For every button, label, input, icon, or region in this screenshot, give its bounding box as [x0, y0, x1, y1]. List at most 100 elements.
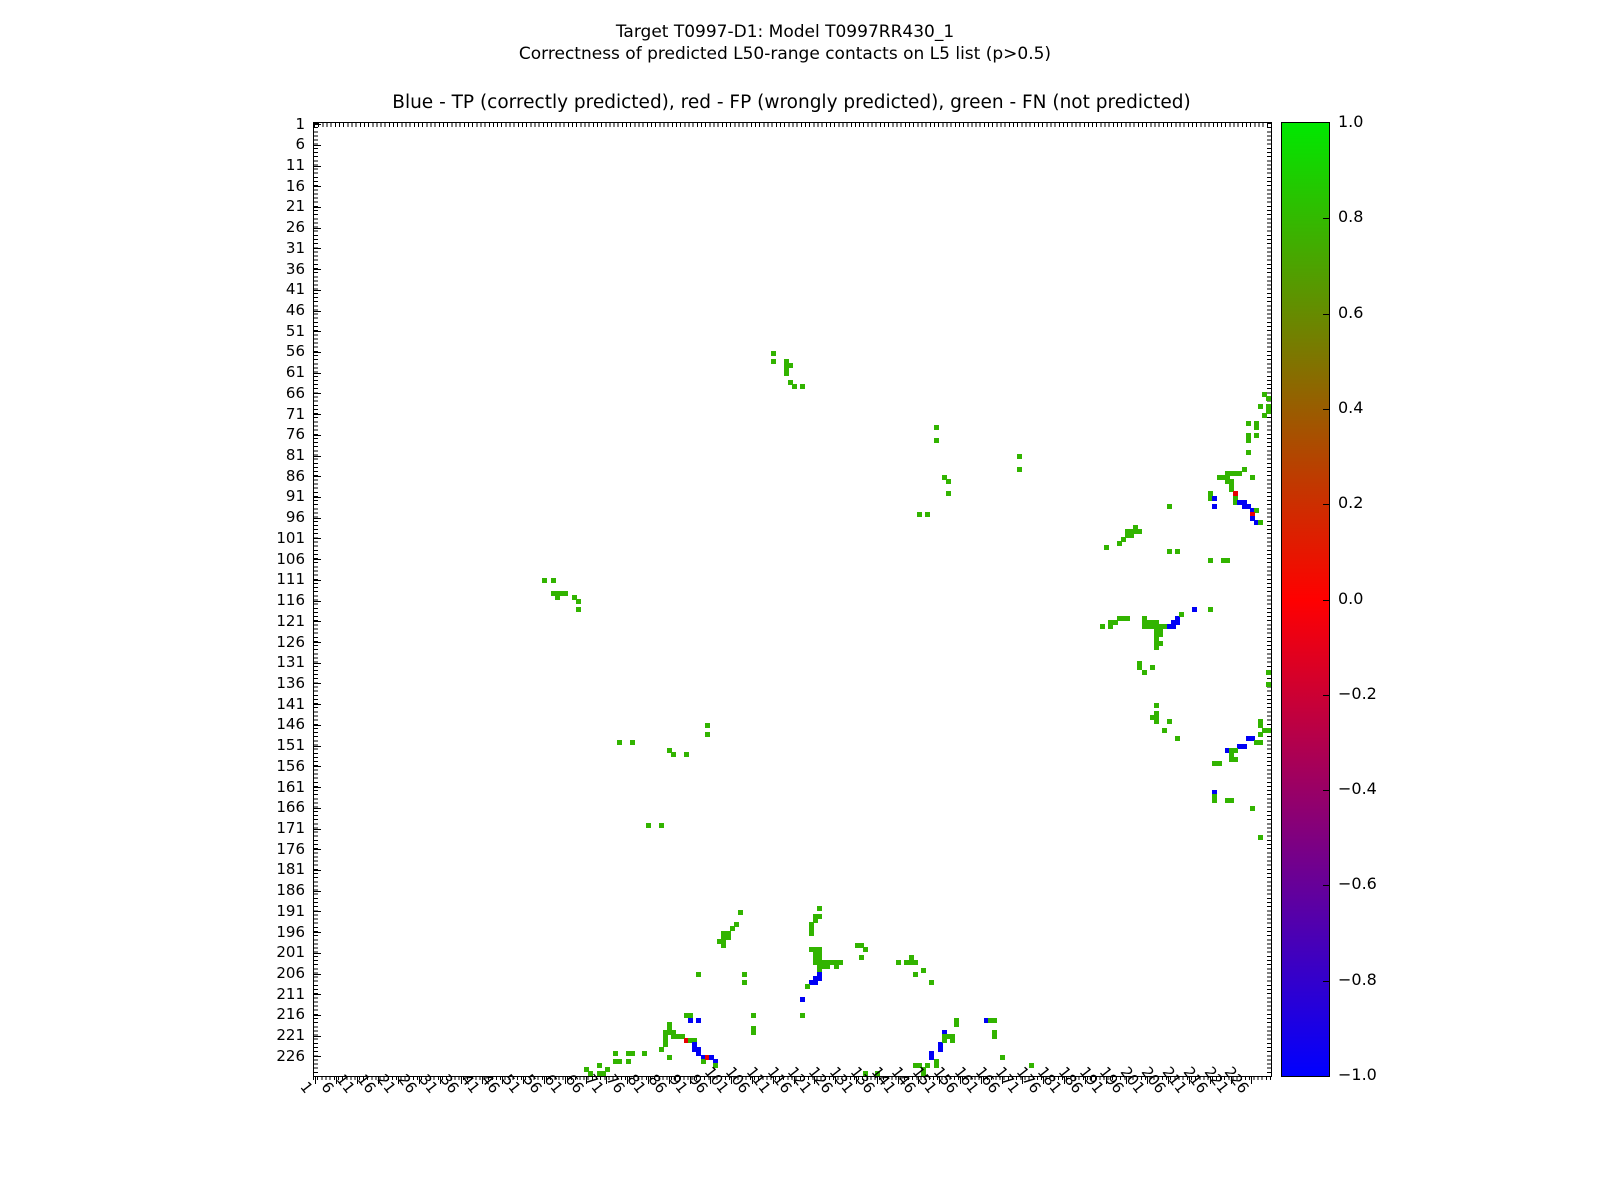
y-tick-label: 201: [265, 945, 305, 960]
contact-cell-fn: [630, 1051, 635, 1056]
contact-cell-fn: [1233, 757, 1238, 762]
y-tick-label: 191: [265, 904, 305, 919]
colorbar-tick: [1323, 695, 1329, 696]
contact-cell-fn: [859, 955, 864, 960]
contact-cell-fn: [1254, 433, 1259, 438]
y-major-tick: [314, 311, 321, 312]
y-major-tick: [314, 393, 321, 394]
y-major-tick: [314, 435, 321, 436]
y-major-tick: [314, 497, 321, 498]
colorbar: [1281, 122, 1330, 1077]
contact-cell-tp: [688, 1018, 693, 1023]
y-tick-label: 116: [265, 593, 305, 608]
axes-title: Blue - TP (correctly predicted), red - F…: [313, 92, 1270, 113]
y-major-tick: [314, 269, 321, 270]
y-axis-minor-ticks-right: [1267, 123, 1271, 1076]
contact-cell-fn: [1137, 529, 1142, 534]
contact-cell-fn: [1266, 396, 1271, 401]
contact-cell-fn: [992, 1034, 997, 1039]
contact-cell-fn: [563, 591, 568, 596]
y-tick-label: 41: [265, 282, 305, 297]
contact-cell-fn: [626, 1059, 631, 1064]
x-major-tick: [315, 1077, 316, 1084]
y-major-tick: [314, 704, 321, 705]
contact-cell-fn: [721, 943, 726, 948]
y-tick-label: 86: [265, 469, 305, 484]
y-major-tick: [314, 1056, 321, 1057]
y-major-tick: [314, 580, 321, 581]
y-major-tick: [314, 746, 321, 747]
y-major-tick: [314, 974, 321, 975]
contact-cell-fn: [925, 512, 930, 517]
contact-cell-fn: [946, 491, 951, 496]
contact-cell-fn: [659, 823, 664, 828]
y-tick-label: 106: [265, 552, 305, 567]
contact-cell-fn: [1175, 736, 1180, 741]
y-tick-label: 126: [265, 635, 305, 650]
figure-title: Target T0997-D1: Model T0997RR430_1: [0, 22, 1570, 42]
colorbar-tick: [1323, 218, 1329, 219]
contact-cell-tp: [1212, 496, 1217, 501]
contact-cell-fn: [542, 578, 547, 583]
y-major-tick: [314, 559, 321, 560]
contact-cell-fn: [809, 931, 814, 936]
contact-cell-fn: [929, 980, 934, 985]
contact-cell-fn: [617, 740, 622, 745]
contact-cell-fn: [696, 972, 701, 977]
y-tick-label: 206: [265, 966, 305, 981]
y-tick-label: 111: [265, 572, 305, 587]
contact-cell-fn: [705, 723, 710, 728]
y-tick-label: 151: [265, 738, 305, 753]
contact-cell-tp: [1242, 744, 1247, 749]
contact-cell-fn: [1150, 665, 1155, 670]
contact-cell-fn: [800, 384, 805, 389]
y-major-tick: [314, 207, 321, 208]
y-major-tick: [314, 518, 321, 519]
colorbar-tick-label: 0.4: [1338, 399, 1363, 417]
y-major-tick: [314, 870, 321, 871]
contact-cell-fn: [1167, 719, 1172, 724]
colorbar-tick: [1323, 981, 1329, 982]
contact-cell-fn: [913, 960, 918, 965]
y-major-tick: [314, 456, 321, 457]
contact-cell-fn: [1250, 806, 1255, 811]
contact-cell-tp: [813, 980, 818, 985]
y-major-tick: [314, 663, 321, 664]
contact-cell-fn: [734, 922, 739, 927]
contact-cell-fn: [771, 359, 776, 364]
contact-cell-fn: [838, 960, 843, 965]
y-tick-label: 16: [265, 179, 305, 194]
contact-cell-fn: [1258, 740, 1263, 745]
contact-cell-fn: [551, 578, 556, 583]
y-tick-label: 1: [265, 117, 305, 132]
y-tick-label: 6: [265, 137, 305, 152]
y-tick-label: 101: [265, 531, 305, 546]
contact-cell-fn: [751, 1013, 756, 1018]
y-major-tick: [314, 683, 321, 684]
contact-cell-fn: [800, 1013, 805, 1018]
y-major-tick: [314, 725, 321, 726]
contact-cell-fn: [950, 1038, 955, 1043]
colorbar-tick-label: 0.8: [1338, 208, 1363, 226]
y-major-tick: [314, 414, 321, 415]
colorbar-tick-label: 0.2: [1338, 494, 1363, 512]
y-major-tick: [314, 994, 321, 995]
contact-cell-tp: [696, 1018, 701, 1023]
contact-cell-fn: [863, 947, 868, 952]
y-tick-label: 211: [265, 987, 305, 1002]
contact-cell-fn: [1262, 413, 1267, 418]
contact-cell-fn: [726, 935, 731, 940]
contact-cell-fn: [576, 599, 581, 604]
y-tick-label: 161: [265, 780, 305, 795]
y-major-tick: [314, 642, 321, 643]
y-tick-label: 91: [265, 489, 305, 504]
contact-cell-fn: [1258, 732, 1263, 737]
contact-cell-fn: [1237, 471, 1242, 476]
colorbar-tick-label: 1.0: [1338, 113, 1363, 131]
contact-cell-fn: [1154, 703, 1159, 708]
y-tick-label: 76: [265, 427, 305, 442]
contact-cell-tp: [1212, 504, 1217, 509]
y-major-tick: [314, 331, 321, 332]
contact-cell-fn: [1000, 1055, 1005, 1060]
x-major-tick: [1251, 1077, 1252, 1084]
